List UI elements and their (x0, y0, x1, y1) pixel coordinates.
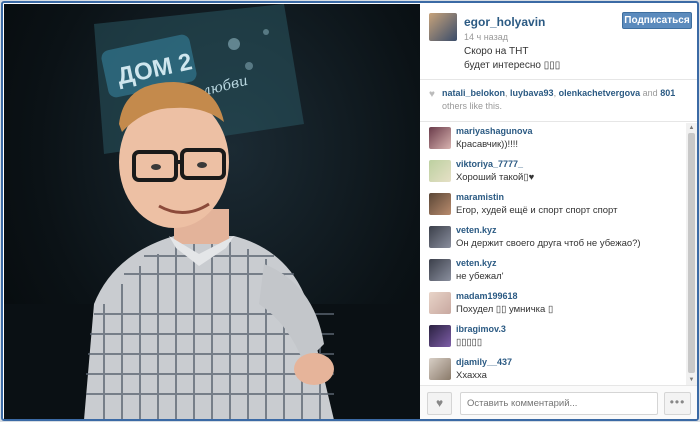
comment-item: veten.kyz не убежал' (420, 255, 686, 288)
comment-text: Ххахха (456, 370, 487, 381)
commenter-avatar[interactable] (429, 160, 451, 182)
author-username[interactable]: egor_holyavin (464, 15, 545, 29)
likes-suffix: others like this. (442, 101, 503, 111)
scroll-thumb[interactable] (688, 133, 695, 373)
comment-text: Похудел ▯▯ умничка ▯ (456, 304, 554, 315)
scroll-up-arrow-icon[interactable]: ▲ (686, 123, 697, 133)
scroll-down-arrow-icon[interactable]: ▼ (686, 375, 697, 385)
comment-username[interactable]: veten.kyz (456, 258, 497, 268)
comment-username[interactable]: mariyashagunova (456, 126, 533, 136)
comment-input[interactable] (460, 392, 658, 415)
comment-username[interactable]: djamily__437 (456, 357, 512, 367)
commenter-avatar[interactable] (429, 226, 451, 248)
post-caption: Скоро на ТНТ будет интересно ▯▯▯ (464, 45, 560, 73)
like-user-link[interactable]: natali_belokon (442, 88, 505, 98)
comment-text: Он держит своего друга чтоб не убежао?) (456, 238, 641, 249)
caption-line-2: будет интересно ▯▯▯ (464, 60, 561, 71)
more-options-button[interactable]: ••• (664, 392, 691, 415)
comment-text: Хороший такой▯♥ (456, 172, 535, 183)
comment-item: veten.kyz Он держит своего друга чтоб не… (420, 222, 686, 255)
caption-line-1: Скоро на ТНТ (464, 46, 529, 57)
comments-list: mariyashagunova Красавчик))!!!! viktoriy… (420, 123, 686, 385)
commenter-avatar[interactable] (429, 193, 451, 215)
like-user-link[interactable]: olenkachetvergova (559, 88, 641, 98)
comment-item: maramistin Егор, худей ещё и спорт спорт… (420, 189, 686, 222)
comment-username[interactable]: veten.kyz (456, 225, 497, 235)
comment-item: viktoriya_7777_ Хороший такой▯♥ (420, 156, 686, 189)
heart-icon: ♥ (435, 396, 444, 410)
comment-text: ▯▯▯▯▯ (456, 337, 483, 348)
comment-text: Егор, худей ещё и спорт спорт спорт (456, 205, 618, 216)
post-photo[interactable]: ДОМ 2 Город любви (4, 4, 420, 419)
post-header: egor_holyavin Подписаться 14 ч назад Ско… (420, 4, 697, 80)
post-window: ДОМ 2 Город любви (1, 1, 699, 421)
post-details-panel: egor_holyavin Подписаться 14 ч назад Ско… (420, 4, 697, 419)
commenter-avatar[interactable] (429, 325, 451, 347)
comment-username[interactable]: madam199618 (456, 291, 518, 301)
selfie-image: ДОМ 2 Город любви (4, 4, 420, 419)
commenter-avatar[interactable] (429, 127, 451, 149)
comment-text: Красавчик))!!!! (456, 139, 519, 150)
likes-summary: natali_belokon, luybava93, olenkachetver… (442, 88, 676, 111)
follow-button[interactable]: Подписаться (622, 12, 692, 29)
comment-text: не убежал' (456, 271, 504, 282)
comment-item: ibragimov.3 ▯▯▯▯▯ (420, 321, 686, 354)
heart-icon: ♥ (429, 89, 435, 100)
comment-footer: ♥ ••• (420, 385, 697, 419)
author-avatar[interactable] (429, 13, 457, 41)
comment-item: djamily__437 Ххахха (420, 354, 686, 385)
like-button[interactable]: ♥ (427, 392, 452, 415)
comment-username[interactable]: maramistin (456, 192, 504, 202)
comment-username[interactable]: ibragimov.3 (456, 324, 506, 334)
commenter-avatar[interactable] (429, 259, 451, 281)
post-timestamp: 14 ч назад (464, 32, 508, 42)
commenter-avatar[interactable] (429, 358, 451, 380)
like-user-link[interactable]: luybava93 (510, 88, 554, 98)
likes-count[interactable]: 801 (660, 88, 675, 98)
comment-item: madam199618 Похудел ▯▯ умничка ▯ (420, 288, 686, 321)
comments-scrollbar[interactable]: ▲ ▼ (686, 123, 697, 385)
commenter-avatar[interactable] (429, 292, 451, 314)
comment-username[interactable]: viktoriya_7777_ (456, 159, 523, 169)
likes-and: and (642, 88, 658, 98)
likes-section: ♥ natali_belokon, luybava93, olenkachetv… (420, 80, 697, 122)
comment-item: mariyashagunova Красавчик))!!!! (420, 123, 686, 156)
